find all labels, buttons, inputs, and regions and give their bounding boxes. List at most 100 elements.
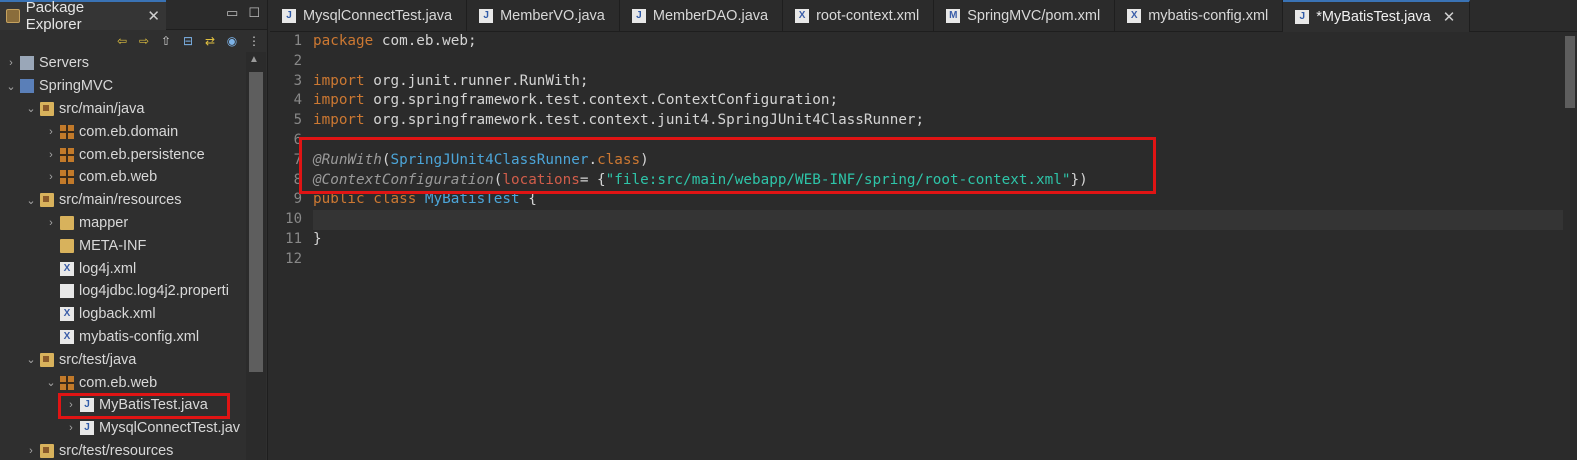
tree-item-label: mapper [79, 214, 129, 231]
tree-item[interactable]: X log4j.xml [0, 257, 246, 280]
tree-item[interactable]: X logback.xml [0, 303, 246, 326]
text-file-icon [60, 284, 74, 299]
chevron-right-icon[interactable]: › [44, 149, 58, 161]
editor-scrollbar-thumb[interactable] [1565, 36, 1575, 108]
chevron-down-icon[interactable]: ⌄ [24, 353, 38, 366]
line-number: 11 [285, 230, 302, 247]
code-line: @ContextConfiguration(locations= {"file:… [313, 171, 1088, 188]
package-explorer-icon [6, 9, 20, 23]
view-menu-icon[interactable]: ⋮ [246, 34, 262, 48]
source-folder-icon [40, 352, 54, 367]
minimize-icon[interactable]: ▭ [226, 5, 238, 21]
package-icon [60, 147, 74, 162]
tab-package-explorer[interactable]: Package Explorer ✕ [0, 0, 166, 33]
xml-file-icon: X [60, 329, 74, 344]
line-number: 9 [293, 191, 302, 208]
up-icon[interactable]: ⇧ [158, 34, 174, 48]
java-file-icon: J [80, 421, 94, 436]
close-icon[interactable]: ✕ [147, 7, 160, 25]
chevron-right-icon[interactable]: › [44, 126, 58, 138]
link-with-editor-icon[interactable]: ⇄ [202, 34, 218, 48]
line-number: 3 [293, 72, 302, 89]
tree-item[interactable]: ⌄ com.eb.web [0, 371, 246, 394]
explorer-scrollbar[interactable]: ▲ [246, 52, 266, 460]
tree-item[interactable]: › com.eb.persistence [0, 143, 246, 166]
tree-item[interactable]: X mybatis-config.xml [0, 326, 246, 349]
tree-item[interactable]: › com.eb.domain [0, 120, 246, 143]
chevron-right-icon[interactable]: › [64, 399, 78, 411]
tree-item[interactable]: › src/test/resources [0, 440, 246, 460]
explorer-toolbar: ⇦ ⇨ ⇧ ⊟ ⇄ ◉ ⋮ [0, 30, 267, 52]
collapse-all-icon[interactable]: ⊟ [180, 34, 196, 48]
tree-item[interactable]: ⌄ SpringMVC [0, 75, 246, 98]
maximize-icon[interactable]: ☐ [248, 5, 260, 21]
chevron-right-icon[interactable]: › [4, 57, 18, 69]
xml-file-icon: X [1127, 9, 1142, 23]
xml-file-icon: X [795, 9, 810, 23]
tree-item-selected-file[interactable]: › J MyBatisTest.java [0, 394, 246, 417]
tab-mysqlconnecttest[interactable]: J MysqlConnectTest.java [270, 0, 468, 32]
code-line: @RunWith(SpringJUnit4ClassRunner.class) [313, 151, 649, 168]
code-line: } [313, 230, 322, 247]
chevron-right-icon[interactable]: › [44, 217, 58, 229]
line-number: 10 [285, 211, 302, 228]
line-number: 2 [293, 52, 302, 69]
line-number: 1 [293, 33, 302, 49]
tree-item[interactable]: › J MysqlConnectTest.jav [0, 417, 246, 440]
servers-folder-icon [20, 56, 34, 71]
chevron-right-icon[interactable]: › [64, 422, 78, 434]
folder-icon [60, 215, 74, 230]
focus-icon[interactable]: ◉ [224, 34, 240, 48]
tree-item-label: Servers [39, 55, 89, 72]
chevron-down-icon[interactable]: ⌄ [24, 194, 38, 207]
folder-icon [60, 238, 74, 253]
tree-item[interactable]: › com.eb.web [0, 166, 246, 189]
line-number: 12 [285, 250, 302, 267]
editor-tab-bar: J MysqlConnectTest.java J MemberVO.java … [270, 0, 1577, 32]
tab-label: mybatis-config.xml [1148, 8, 1269, 24]
tree-item[interactable]: ⌄ src/test/java [0, 348, 246, 371]
tab-memberdao[interactable]: J MemberDAO.java [620, 0, 784, 32]
forward-arrow-icon[interactable]: ⇨ [136, 34, 152, 48]
explorer-tab-bar: Package Explorer ✕ ▭ ☐ [0, 0, 267, 33]
chevron-down-icon[interactable]: ⌄ [24, 102, 38, 115]
java-file-icon: J [479, 9, 494, 23]
chevron-down-icon[interactable]: ⌄ [44, 376, 58, 389]
chevron-right-icon[interactable]: › [24, 445, 38, 457]
code-text-area[interactable]: package com.eb.web; import org.junit.run… [313, 32, 1563, 460]
tree-item[interactable]: log4jdbc.log4j2.properti [0, 280, 246, 303]
tree-item[interactable]: › mapper [0, 212, 246, 235]
tab-pom[interactable]: M SpringMVC/pom.xml [934, 0, 1116, 32]
tab-root-context[interactable]: X root-context.xml [783, 0, 935, 32]
chevron-down-icon[interactable]: ⌄ [4, 80, 18, 93]
explorer-scrollbar-thumb[interactable] [249, 72, 263, 372]
close-icon[interactable]: ✕ [1443, 8, 1456, 26]
code-line: package com.eb.web; [313, 33, 477, 49]
tree-item[interactable]: META-INF [0, 234, 246, 257]
tab-membervo[interactable]: J MemberVO.java [467, 0, 620, 32]
tab-mybatistest-active[interactable]: J *MyBatisTest.java ✕ [1283, 0, 1471, 32]
tree-item-label: SpringMVC [39, 78, 114, 95]
tree-item[interactable]: › Servers [0, 52, 246, 75]
scroll-up-icon[interactable]: ▲ [249, 54, 259, 65]
editor-scrollbar[interactable] [1563, 32, 1577, 460]
tab-label: MemberDAO.java [652, 8, 769, 24]
java-file-icon: J [1295, 10, 1310, 24]
project-icon [20, 79, 34, 94]
xml-file-icon: X [60, 261, 74, 276]
code-line: import org.junit.runner.RunWith; [313, 72, 589, 89]
back-arrow-icon[interactable]: ⇦ [114, 34, 130, 48]
tab-mybatis-config[interactable]: X mybatis-config.xml [1115, 0, 1284, 32]
code-line: import org.springframework.test.context.… [313, 92, 839, 109]
source-folder-icon [40, 101, 54, 116]
tree-item-label: src/test/resources [59, 442, 174, 459]
tree-item[interactable]: ⌄ src/main/resources [0, 189, 246, 212]
tree-item-label: com.eb.domain [79, 123, 179, 140]
line-number: 5 [293, 112, 302, 129]
source-folder-icon [40, 193, 54, 208]
chevron-right-icon[interactable]: › [44, 171, 58, 183]
tree-item[interactable]: ⌄ src/main/java [0, 98, 246, 121]
java-file-icon: J [80, 398, 94, 413]
code-line: import org.springframework.test.context.… [313, 112, 925, 129]
